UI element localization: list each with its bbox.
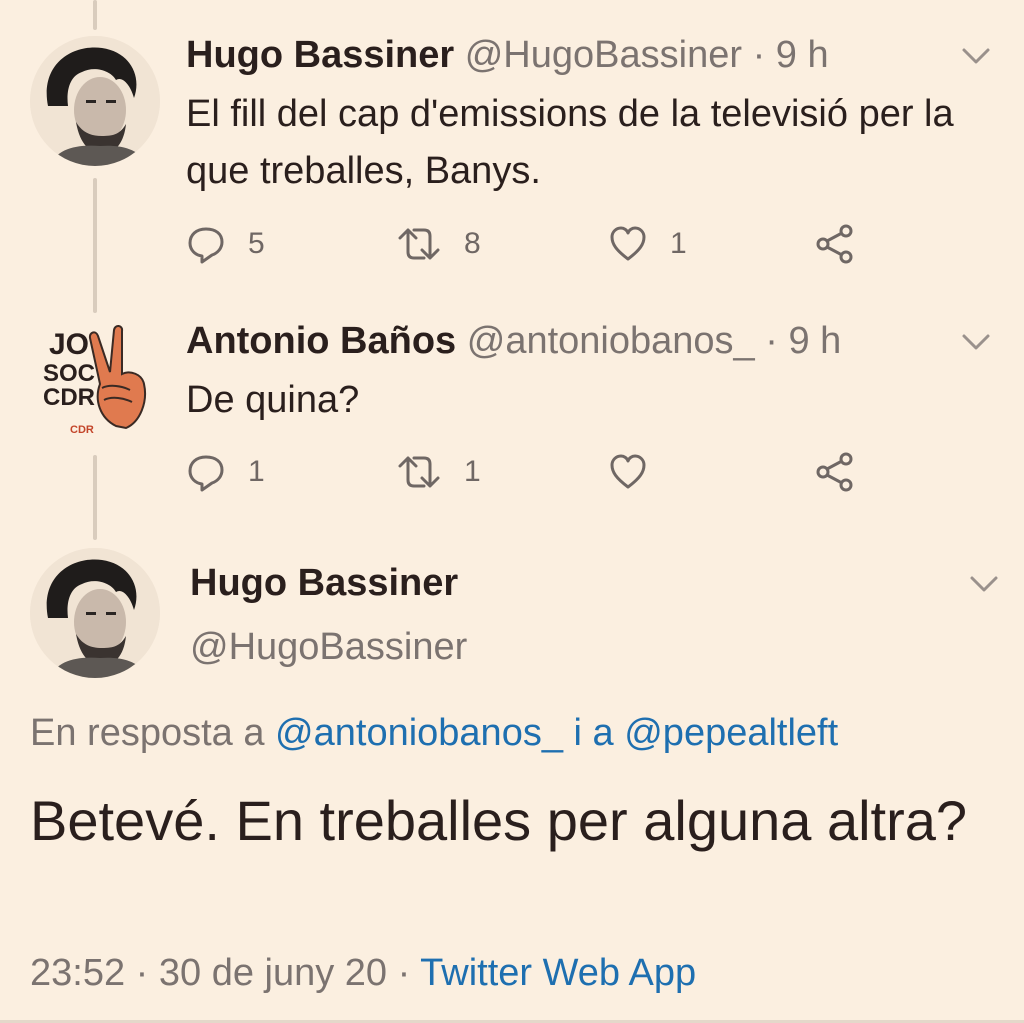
reply-context: En resposta a @antoniobanos_ i a @pepeal… bbox=[30, 712, 838, 755]
tweet-text: Betevé. En treballes per alguna altra? bbox=[30, 789, 968, 852]
tweet-time[interactable]: 23:52 bbox=[30, 952, 125, 994]
avatar-text: CDR bbox=[43, 384, 95, 411]
tweet-text: El fill del cap d'emissions de la televi… bbox=[186, 93, 954, 192]
avatar-logo-text: CDR bbox=[70, 424, 94, 436]
avatar[interactable] bbox=[30, 36, 160, 166]
reply-button[interactable]: 5 bbox=[186, 222, 265, 266]
author-handle[interactable]: @HugoBassiner bbox=[465, 34, 742, 76]
retweet-count: 8 bbox=[464, 227, 481, 260]
like-count: 1 bbox=[670, 227, 687, 260]
retweet-icon bbox=[396, 224, 442, 264]
reply-button[interactable]: 1 bbox=[186, 450, 265, 494]
retweet-button[interactable]: 8 bbox=[396, 222, 481, 266]
tweet-actions: 1 1 bbox=[186, 450, 886, 494]
tweet-meta: 23:52 · 30 de juny 20 · Twitter Web App bbox=[30, 952, 696, 995]
retweet-count: 1 bbox=[464, 455, 481, 488]
retweet-button[interactable]: 1 bbox=[396, 450, 481, 494]
timestamp[interactable]: 9 h bbox=[776, 34, 829, 76]
like-button[interactable]: 1 bbox=[608, 222, 687, 266]
chevron-down-icon[interactable] bbox=[966, 566, 1002, 602]
chevron-down-icon[interactable] bbox=[958, 38, 994, 74]
tweet-header: Hugo Bassiner @HugoBassiner · 9 h bbox=[186, 34, 829, 77]
author-name[interactable]: Hugo Bassiner bbox=[190, 562, 458, 605]
retweet-icon bbox=[396, 452, 442, 492]
author-handle[interactable]: @antoniobanos_ bbox=[467, 320, 755, 362]
mention-link[interactable]: @antoniobanos_ bbox=[275, 712, 563, 754]
reply-count: 1 bbox=[248, 455, 265, 488]
reply-icon bbox=[186, 224, 226, 264]
reply-prefix: En resposta a bbox=[30, 712, 265, 754]
thread-line-2 bbox=[93, 455, 97, 540]
like-icon bbox=[608, 224, 648, 264]
separator: · bbox=[397, 952, 411, 994]
avatar-text: JO bbox=[48, 328, 90, 361]
tweet-text: De quina? bbox=[186, 379, 360, 421]
separator: · bbox=[765, 320, 778, 362]
separator: · bbox=[135, 952, 149, 994]
share-icon bbox=[814, 451, 856, 493]
like-icon bbox=[608, 452, 648, 492]
reply-icon bbox=[186, 452, 226, 492]
thread-line-1 bbox=[93, 178, 97, 313]
like-button[interactable] bbox=[608, 450, 670, 494]
avatar-text: SOC bbox=[42, 360, 95, 387]
author-handle[interactable]: @HugoBassiner bbox=[190, 626, 467, 669]
separator: · bbox=[752, 34, 766, 76]
share-button[interactable] bbox=[814, 450, 856, 494]
tweet-header: Antonio Baños @antoniobanos_ · 9 h bbox=[186, 320, 841, 363]
author-name[interactable]: Hugo Bassiner bbox=[186, 34, 454, 76]
share-button[interactable] bbox=[814, 222, 856, 266]
mention-link[interactable]: @pepealtleft bbox=[624, 712, 838, 754]
share-icon bbox=[814, 223, 856, 265]
thread-line-top bbox=[93, 0, 97, 30]
reply-count: 5 bbox=[248, 227, 265, 260]
tweet-actions: 5 8 1 bbox=[186, 222, 886, 266]
avatar[interactable]: JO SOC CDR CDR bbox=[30, 318, 165, 453]
chevron-down-icon[interactable] bbox=[958, 324, 994, 360]
author-name[interactable]: Antonio Baños bbox=[186, 320, 456, 362]
reply-join[interactable]: i a bbox=[574, 712, 614, 754]
tweet-date[interactable]: 30 de juny 20 bbox=[159, 952, 387, 994]
source-link[interactable]: Twitter Web App bbox=[420, 952, 696, 994]
timestamp[interactable]: 9 h bbox=[788, 320, 841, 362]
avatar[interactable] bbox=[30, 548, 160, 678]
